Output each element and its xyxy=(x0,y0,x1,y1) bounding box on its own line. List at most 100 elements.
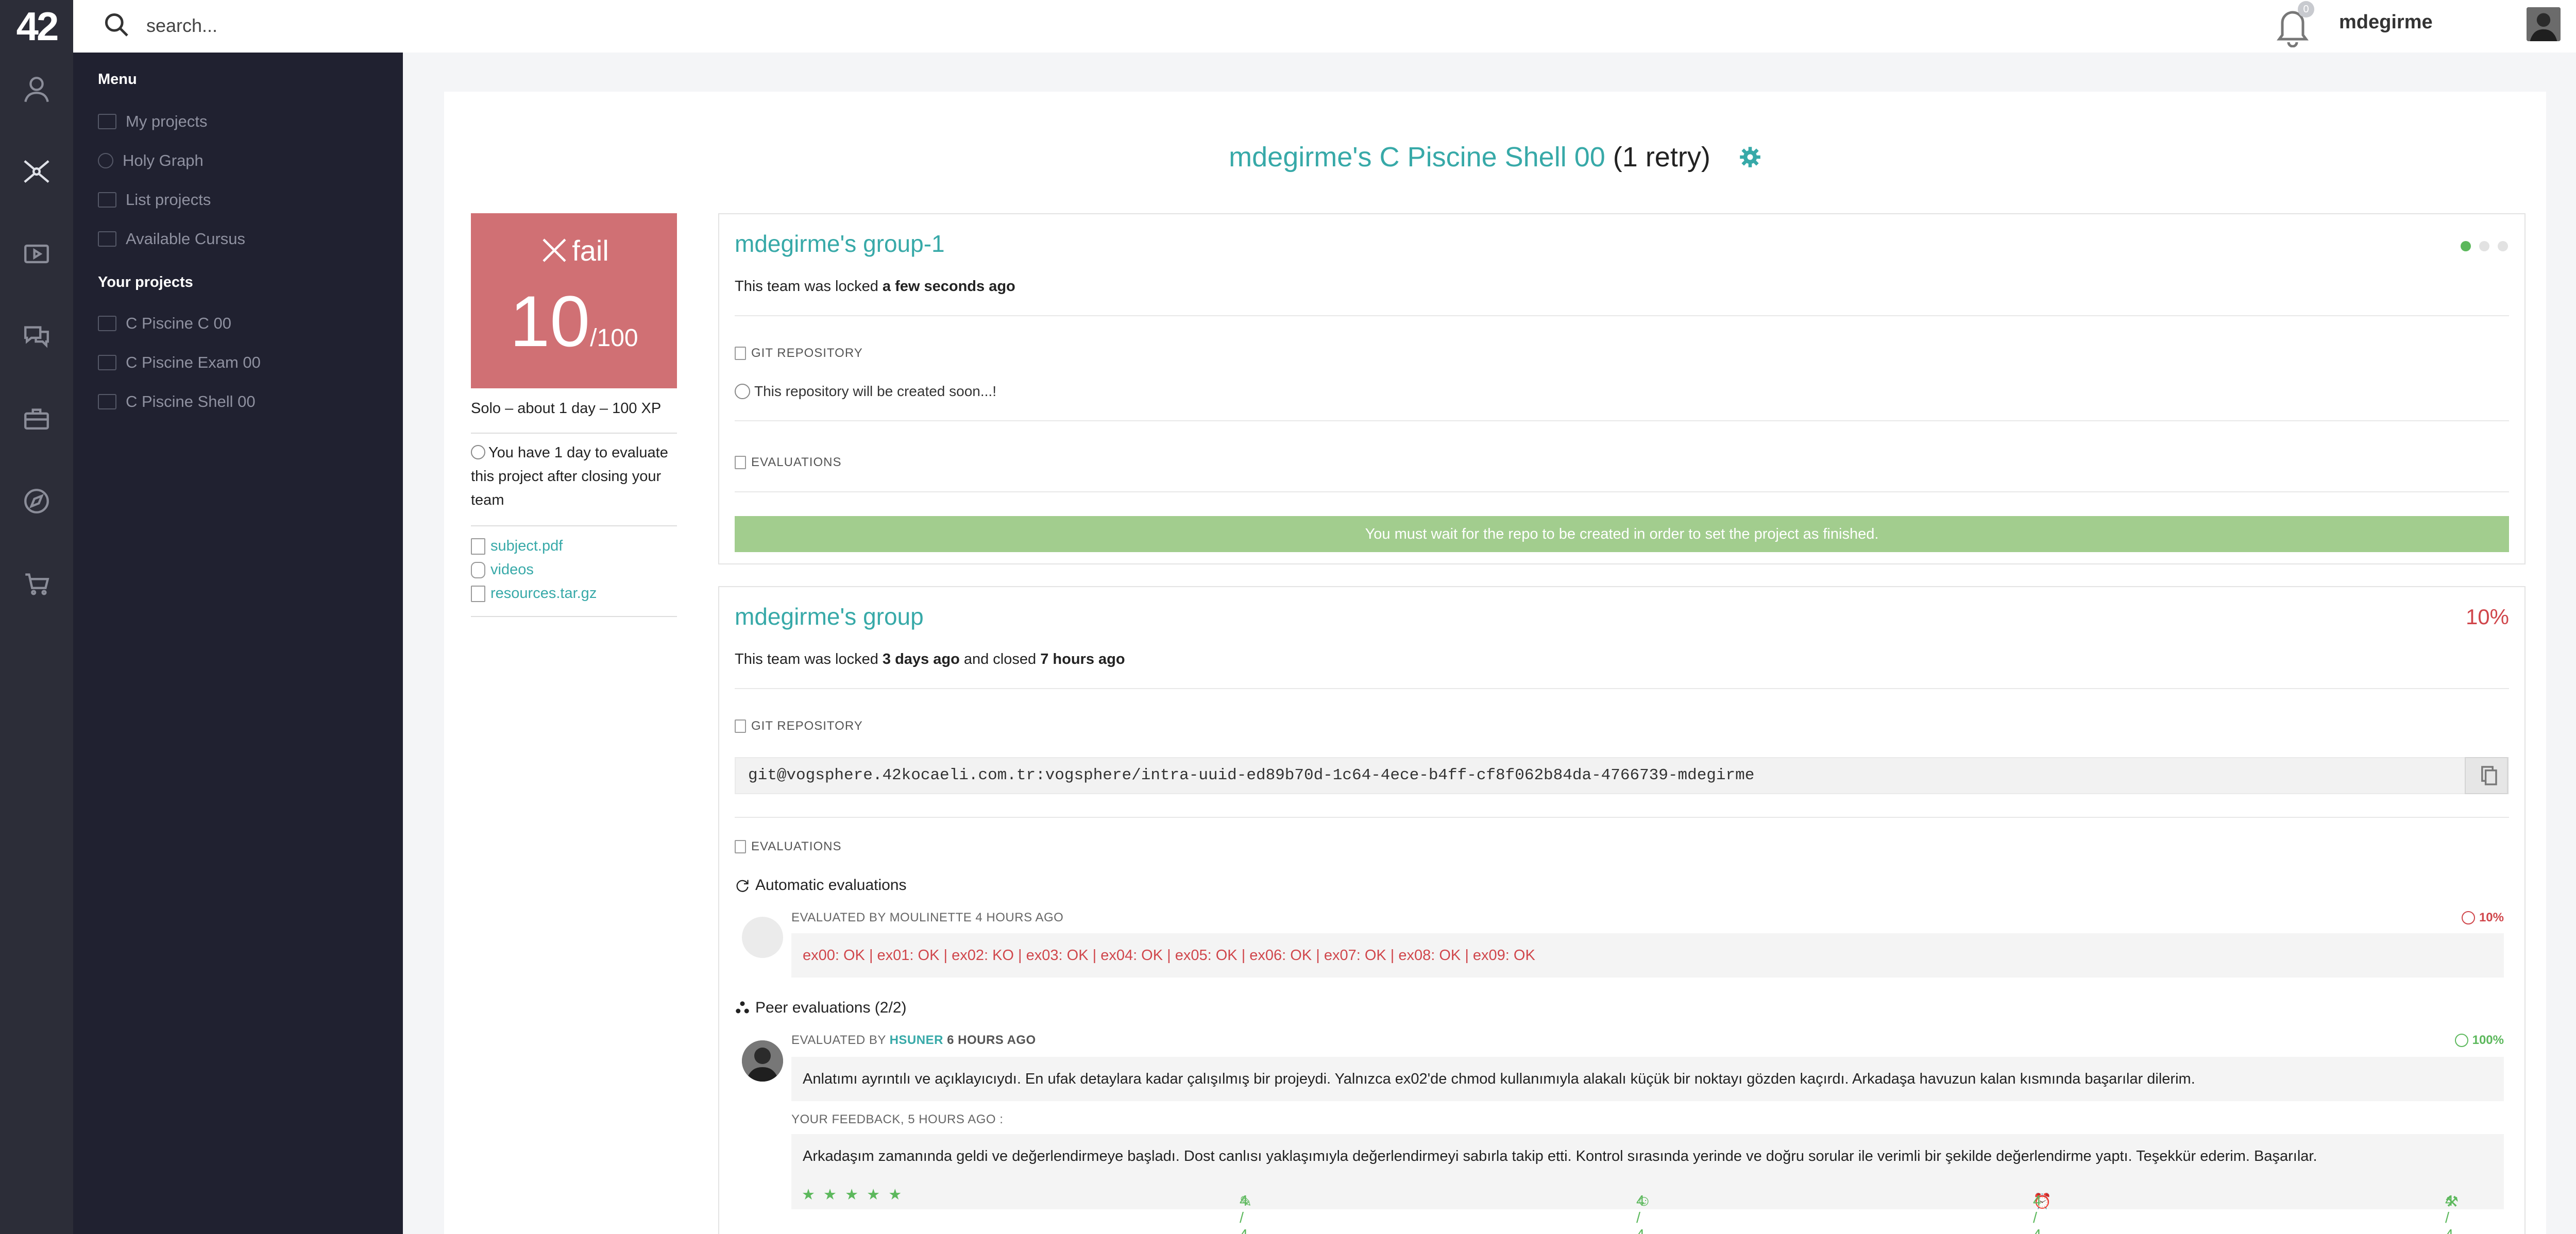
menu-item-label: Holy Graph xyxy=(123,151,204,169)
divider xyxy=(735,688,2509,689)
fail-label: fail xyxy=(572,234,609,267)
videos-link[interactable]: videos xyxy=(471,561,534,578)
repo-pending-text: This repository will be created soon...! xyxy=(754,383,996,399)
team-score: 10% xyxy=(2465,605,2509,629)
evaluation-meta: EVALUATED BY MOULINETTE 4 HOURS AGO xyxy=(791,911,1064,924)
profile-icon[interactable] xyxy=(14,67,59,111)
status-dot xyxy=(2479,241,2489,251)
repo-url[interactable]: git@vogsphere.42kocaeli.com.tr:vogsphere… xyxy=(748,766,1754,784)
menu-item-available-cursus[interactable]: Available Cursus xyxy=(98,227,245,251)
search-input[interactable] xyxy=(146,11,610,40)
menu-item-my-projects[interactable]: My projects xyxy=(98,109,207,134)
divider xyxy=(735,315,2509,316)
gear-icon[interactable] xyxy=(1739,146,1761,168)
team-status-dots xyxy=(2461,241,2508,251)
git-repository-label: GIT REPOSITORY xyxy=(735,346,863,361)
evaluator-login[interactable]: HSUNER xyxy=(890,1033,943,1047)
locked-time: a few seconds ago xyxy=(882,278,1015,295)
menu-sidebar: Menu My projects Holy Graph List project… xyxy=(73,53,403,1234)
menu-heading: Menu xyxy=(98,71,137,88)
locked-prefix: This team was locked xyxy=(735,651,878,667)
clock-icon xyxy=(471,445,485,459)
locked-status: This team was locked 3 days ago and clos… xyxy=(735,651,1125,668)
your-projects-heading: Your projects xyxy=(98,274,193,290)
folder-icon xyxy=(98,114,116,129)
final-mark-box: fail 10/100 xyxy=(471,213,677,388)
status-dot xyxy=(2461,241,2471,251)
section-label-text: GIT REPOSITORY xyxy=(751,346,863,360)
group-title[interactable]: mdegirme's group-1 xyxy=(735,230,945,258)
menu-project-c-piscine-exam-00[interactable]: C Piscine Exam 00 xyxy=(98,350,261,375)
resources-link[interactable]: resources.tar.gz xyxy=(471,585,597,602)
divider xyxy=(735,817,2509,818)
sub-head-text: Peer evaluations (2/2) xyxy=(755,999,907,1016)
git-repository-label: GIT REPOSITORY xyxy=(735,719,863,733)
section-label-text: GIT REPOSITORY xyxy=(751,719,863,733)
file-icon xyxy=(735,719,746,733)
menu-project-c-piscine-shell-00[interactable]: C Piscine Shell 00 xyxy=(98,389,256,414)
elearning-icon[interactable] xyxy=(14,232,59,276)
search-icon xyxy=(105,13,128,37)
repo-url-field[interactable]: git@vogsphere.42kocaeli.com.tr:vogsphere… xyxy=(735,757,2509,794)
evaluation-meta: EVALUATED BY HSUNER 6 HOURS AGO xyxy=(791,1033,1036,1048)
icon-rail: 42 xyxy=(0,0,73,1234)
evaluate-note: You have 1 day to evaluate this project … xyxy=(471,441,677,512)
final-mark: 10/100 xyxy=(471,285,677,357)
menu-item-label: C Piscine Exam 00 xyxy=(126,353,261,371)
link-icon xyxy=(471,561,485,578)
closed-mid: and closed xyxy=(963,651,1037,667)
close-icon xyxy=(543,238,566,262)
link-label: videos xyxy=(490,561,534,578)
holy-graph-icon[interactable] xyxy=(14,149,59,194)
menu-item-label: C Piscine Shell 00 xyxy=(126,392,256,410)
clock-icon xyxy=(735,384,750,399)
group-title[interactable]: mdegirme's group xyxy=(735,603,924,630)
menu-project-c-piscine-c-00[interactable]: C Piscine C 00 xyxy=(98,311,231,336)
retry-count: (1 retry) xyxy=(1613,142,1710,173)
users-icon xyxy=(736,1001,749,1014)
repo-notice-banner: You must wait for the repo to be created… xyxy=(735,516,2509,552)
copy-button[interactable] xyxy=(2465,757,2508,794)
menu-item-holy-graph[interactable]: Holy Graph xyxy=(98,148,204,173)
link-label: resources.tar.gz xyxy=(490,585,597,602)
book-icon xyxy=(98,231,116,247)
notification-badge: 0 xyxy=(2298,1,2314,18)
compass-icon[interactable] xyxy=(14,479,59,523)
menu-item-label: Available Cursus xyxy=(126,230,246,248)
file-icon xyxy=(471,538,485,555)
team-card-group-1: mdegirme's group-1 This team was locked … xyxy=(718,213,2526,564)
menu-item-list-projects[interactable]: List projects xyxy=(98,187,211,212)
forum-icon[interactable] xyxy=(14,314,59,358)
project-title-link[interactable]: mdegirme's C Piscine Shell 00 xyxy=(1229,142,1605,173)
folder-icon xyxy=(98,316,116,331)
section-label-text: EVALUATIONS xyxy=(751,839,842,853)
menu-item-label: My projects xyxy=(126,112,208,130)
list-icon xyxy=(98,192,116,208)
subject-link[interactable]: subject.pdf xyxy=(471,538,563,555)
rating-value: 4 / 4 xyxy=(1636,1193,1645,1234)
logo-42[interactable]: 42 xyxy=(0,0,73,53)
menu-item-label: List projects xyxy=(126,191,211,209)
your-feedback: Arkadaşım zamanında geldi ve değerlendir… xyxy=(791,1134,2504,1178)
menu-item-label: C Piscine C 00 xyxy=(126,314,232,332)
moulinette-avatar xyxy=(742,917,783,958)
checkbox-icon xyxy=(735,840,746,853)
file-icon xyxy=(471,585,485,602)
status-dot xyxy=(2498,241,2508,251)
companies-icon[interactable] xyxy=(14,397,59,441)
evaluator-avatar[interactable] xyxy=(742,1040,783,1082)
page-title: mdegirme's C Piscine Shell 00 (1 retry) xyxy=(444,141,2546,173)
evaluation-time: 6 HOURS AGO xyxy=(947,1033,1036,1047)
section-label-text: EVALUATIONS xyxy=(751,455,842,469)
peer-eval-score: 100% xyxy=(2454,1033,2504,1048)
automatic-evaluations-heading: Automatic evaluations xyxy=(735,877,907,894)
feedback-ratings: ★ ★ ★ ★ ★ ✎ 4 / 4 ☺ 4 / 4 ⏰ 4 / 4 ⚒ 4 / … xyxy=(791,1178,2504,1234)
evaluations-label: EVALUATIONS xyxy=(735,839,841,854)
shop-icon[interactable] xyxy=(14,561,59,606)
username[interactable]: mdegirme xyxy=(2339,11,2433,33)
divider xyxy=(735,420,2509,421)
project-meta: Solo – about 1 day – 100 XP xyxy=(471,400,662,417)
rating-value: 4 / 4 xyxy=(1240,1193,1248,1234)
meta-prefix: EVALUATED BY xyxy=(791,1033,886,1047)
avatar[interactable] xyxy=(2527,7,2561,41)
